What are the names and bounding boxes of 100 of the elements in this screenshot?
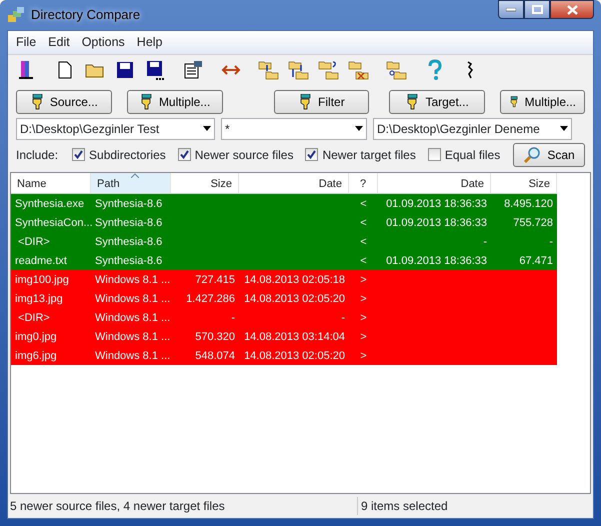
column-header[interactable]: Size xyxy=(171,172,239,193)
table-cell: 727.415 xyxy=(195,274,235,286)
table-cell: 01.09.2013 18:36:33 xyxy=(386,254,487,267)
combo-box[interactable]: * xyxy=(221,118,367,140)
table-cell: readme.txt xyxy=(15,254,67,267)
table-cell: - xyxy=(483,236,487,248)
table-row[interactable]: SynthesiaCon... Synthesia-8.6 < 01.09.2013 18:36:33 755.728 xyxy=(11,212,557,232)
table-cell: > xyxy=(360,350,367,362)
checkmark-icon xyxy=(307,150,316,160)
multiple-button[interactable]: Multiple... xyxy=(500,90,585,114)
table-cell: Windows 8.1 ... xyxy=(95,312,170,324)
table-cell: 548.074 xyxy=(195,350,235,362)
table-cell: 1.427.286 xyxy=(186,292,235,305)
table-cell: < xyxy=(360,254,367,267)
table-cell: Windows 8.1 ... xyxy=(95,274,170,286)
menu-item[interactable]: Edit xyxy=(42,32,76,53)
status-text: 9 items selected xyxy=(360,498,448,515)
table-cell: < xyxy=(360,198,367,210)
table-cell: Synthesia-8.6 xyxy=(95,216,162,229)
app-icon xyxy=(7,6,25,24)
checkbox[interactable]: Equal files xyxy=(428,146,500,164)
hand-icon xyxy=(405,94,420,110)
table-cell: img13.jpg xyxy=(15,292,63,305)
table-cell: 755.728 xyxy=(513,216,553,229)
table-cell: 14.08.2013 02:05:20 xyxy=(244,292,345,305)
checkmark-icon xyxy=(180,150,189,160)
folder-link-icon[interactable] xyxy=(386,59,408,82)
table-cell: > xyxy=(360,312,367,324)
menu-item[interactable]: Help xyxy=(130,32,169,53)
checkbox[interactable]: Subdirectories xyxy=(72,146,166,164)
checkmark-icon xyxy=(74,150,84,160)
maximize-button[interactable] xyxy=(524,0,550,19)
table-cell: - xyxy=(341,312,345,324)
hand-icon xyxy=(30,94,44,110)
filter-button[interactable]: Filter xyxy=(274,90,370,114)
table-row[interactable]: img6.jpg Windows 8.1 ... 548.074 14.08.2013 02:05:20 > xyxy=(11,346,557,365)
table-row[interactable]: readme.txt Synthesia-8.6 < 01.09.2013 18:36:33 67.471 xyxy=(11,250,557,270)
table-cell-text: <DIR> xyxy=(17,312,50,324)
table-cell: Windows 8.1 ... xyxy=(95,330,170,343)
table-row[interactable]: img100.jpg Windows 8.1 ... 727.415 14.08.2013 02:05:18 > xyxy=(11,270,557,289)
table-cell: 67.471 xyxy=(519,254,553,267)
column-header[interactable]: ? xyxy=(349,172,378,193)
status-text: 5 newer source files, 4 newer target files xyxy=(8,497,358,515)
table-row[interactable]: <DIR> Windows 8.1 ... - - > xyxy=(11,308,557,327)
table-cell: SynthesiaCon... xyxy=(15,216,93,229)
table-cell: - xyxy=(231,312,235,324)
dropdown-arrow-icon xyxy=(560,126,568,132)
table-row[interactable]: Synthesia.exe Synthesia-8.6 < 01.09.2013 18:36:33 8.495.120 xyxy=(11,194,557,213)
folder-cross-icon[interactable] xyxy=(348,59,370,82)
table-cell: img100.jpg xyxy=(15,274,69,286)
table-cell: 14.08.2013 02:05:18 xyxy=(244,274,345,286)
table-cell: img6.jpg xyxy=(15,350,57,362)
multiple-button[interactable]: Multiple... xyxy=(126,90,222,114)
table-cell: Windows 8.1 ... xyxy=(95,350,170,362)
table-row[interactable]: <DIR> Synthesia-8.6 < - - xyxy=(11,232,557,251)
table-cell: 8.495.120 xyxy=(504,198,553,210)
hand-icon xyxy=(298,94,312,110)
table-cell: > xyxy=(360,292,367,305)
close-icon xyxy=(566,4,578,14)
table-cell: < xyxy=(360,236,367,248)
folder-question-icon[interactable] xyxy=(318,59,340,82)
checkbox[interactable]: Newer target files xyxy=(305,146,416,164)
dropdown-arrow-icon xyxy=(355,126,363,132)
table-cell: Synthesia.exe xyxy=(15,198,84,210)
folder-arrows-icon[interactable] xyxy=(288,59,310,82)
combo-box[interactable]: D:\Desktop\Gezginler Deneme xyxy=(373,118,572,140)
table-cell: 14.08.2013 03:14:04 xyxy=(244,330,345,343)
minimize-button[interactable] xyxy=(498,0,524,19)
table-cell: - xyxy=(549,236,553,248)
column-header[interactable]: Date xyxy=(378,172,491,193)
properties-icon[interactable] xyxy=(182,59,204,82)
table-cell: Windows 8.1 ... xyxy=(95,292,170,305)
close-button[interactable] xyxy=(550,0,594,19)
scan-button[interactable]: Scan xyxy=(513,142,585,167)
table-row[interactable]: img0.jpg Windows 8.1 ... 570.320 14.08.2013 03:14:04 > xyxy=(11,326,557,346)
table-row[interactable]: img13.jpg Windows 8.1 ... 1.427.286 14.08.2013 02:05:20 > xyxy=(11,288,557,308)
table-cell: < xyxy=(360,216,367,229)
column-header[interactable]: Size xyxy=(491,172,557,193)
table-cell: 01.09.2013 18:36:33 xyxy=(386,198,487,210)
column-header[interactable]: Path xyxy=(91,172,171,193)
menu-item[interactable]: File xyxy=(10,32,42,53)
hand-icon xyxy=(509,94,519,110)
include-label: Include: xyxy=(16,146,58,164)
magnifier-icon xyxy=(523,146,542,163)
folder-arrow-icon[interactable] xyxy=(258,59,280,82)
minimize-icon xyxy=(506,8,516,12)
checkbox[interactable]: Newer source files xyxy=(178,146,294,164)
menu-item[interactable]: Options xyxy=(76,32,131,53)
table-cell-text: <DIR> xyxy=(17,236,50,248)
window-title: Directory Compare xyxy=(31,6,140,24)
combo-box[interactable]: D:\Desktop\Gezginler Test xyxy=(16,118,215,140)
hand-icon xyxy=(138,94,153,110)
table-cell: 14.08.2013 02:05:20 xyxy=(244,350,345,362)
table-cell: Synthesia-8.6 xyxy=(95,254,162,267)
table-cell: Synthesia-8.6 xyxy=(95,198,162,210)
table-cell: Synthesia-8.6 xyxy=(95,236,162,248)
column-header[interactable]: Date xyxy=(239,172,349,193)
save-as-icon[interactable] xyxy=(144,59,166,82)
folder-button[interactable]: Target... xyxy=(389,90,485,114)
folder-button[interactable]: Source... xyxy=(16,90,112,114)
